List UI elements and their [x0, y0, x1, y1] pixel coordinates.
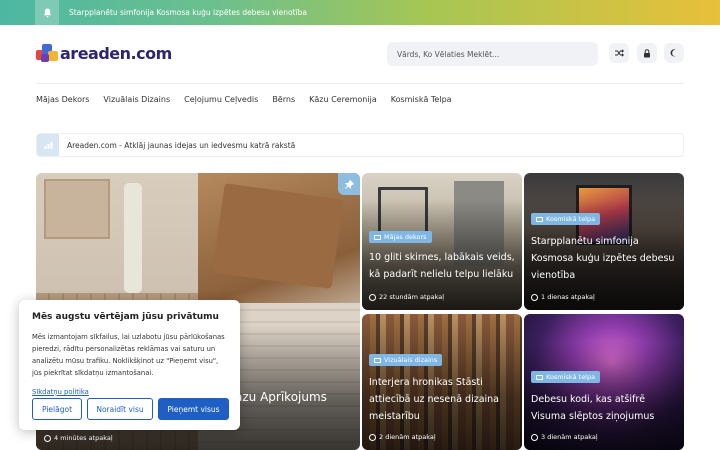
clock-icon	[44, 434, 51, 442]
wooden-sign-image	[44, 179, 110, 239]
nav-item-home-decor[interactable]: Mājas Dekors	[36, 95, 89, 107]
category-badge[interactable]: Kosmiskā telpa	[531, 371, 601, 383]
featured-card-meta: 4 minūtes atpakaļ	[44, 434, 113, 442]
reject-all-button[interactable]: Noraidīt visu	[87, 398, 153, 420]
site-header: areaden.com	[0, 25, 720, 83]
nav-item-cosmic[interactable]: Kosmiskā Telpa	[391, 95, 452, 107]
logo-mark-icon	[36, 42, 58, 64]
featured-card-title[interactable]: āzu Aprīkojums	[235, 389, 327, 406]
wooden-box-image	[212, 183, 344, 289]
logo-text: areaden.com	[60, 43, 172, 63]
chart-icon	[37, 134, 59, 156]
article-title[interactable]: Debesu kodi, kas atšifrē Visuma slēptos …	[531, 391, 681, 425]
article-title[interactable]: Starpplanētu simfonija Kosmosa kuģu izpē…	[531, 233, 681, 284]
nav-item-travel-guide[interactable]: Ceļojumu Ceļvedis	[184, 95, 258, 107]
article-card-3[interactable]: Vizuālais dizains Interjera hronikas Stā…	[362, 314, 522, 450]
pin-icon	[338, 173, 360, 195]
ticker-text[interactable]: Starpplanētu simfonija Kosmosa kuģu izpē…	[69, 8, 307, 17]
folder-icon	[536, 216, 543, 222]
clock-icon	[369, 433, 376, 441]
article-card-2[interactable]: Kosmiskā telpa Starpplanētu simfonija Ko…	[524, 173, 684, 310]
nav-item-visual-design[interactable]: Vizuālais Dizains	[103, 95, 170, 107]
dark-mode-button[interactable]	[664, 43, 684, 63]
folder-icon	[374, 357, 381, 363]
featured-card-time: 4 minūtes atpakaļ	[54, 434, 113, 442]
folder-icon	[536, 374, 543, 380]
lock-icon	[644, 48, 650, 57]
cookie-policy-link[interactable]: Sīkdatņu politika	[32, 388, 89, 396]
article-title[interactable]: Interjera hronikas Stāsti attiecībā uz n…	[369, 374, 519, 425]
bottle-image	[124, 183, 142, 293]
category-badge[interactable]: Kosmiskā telpa	[531, 213, 601, 225]
article-meta: 1 dienas atpakaļ	[531, 293, 595, 301]
category-badge[interactable]: Mājas dekors	[369, 231, 432, 243]
clock-icon	[531, 293, 538, 301]
article-card-4[interactable]: Kosmiskā telpa Debesu kodi, kas atšifrē …	[524, 314, 684, 450]
shuffle-button[interactable]	[609, 43, 629, 63]
clock-icon	[531, 433, 538, 441]
main-nav: Mājas Dekors Vizuālais Dizains Ceļojumu …	[36, 95, 466, 107]
moon-icon	[670, 49, 676, 57]
nav-item-child[interactable]: Bērns	[272, 95, 295, 107]
header-divider	[36, 83, 684, 84]
accept-all-button[interactable]: Pieņemt visus	[158, 398, 229, 420]
site-logo[interactable]: areaden.com	[36, 42, 172, 64]
article-card-1[interactable]: Mājas dekors 10 gliti skirnes, labākais …	[362, 173, 522, 310]
lock-button[interactable]	[637, 43, 657, 63]
article-meta: 2 dienām atpakaļ	[369, 433, 436, 441]
shuffle-icon	[614, 49, 624, 57]
folder-icon	[374, 234, 381, 240]
announcement-bar: Starpplanētu simfonija Kosmosa kuģu izpē…	[0, 0, 720, 25]
category-badge[interactable]: Vizuālais dizains	[369, 354, 443, 366]
article-meta: 3 dienām atpakaļ	[531, 433, 598, 441]
site-tagline-bar: Areaden.com - Atklāj jaunas idejas un ie…	[36, 133, 684, 157]
clock-icon	[369, 293, 376, 301]
bell-icon[interactable]	[35, 0, 59, 25]
customize-button[interactable]: Pielāgot	[32, 398, 82, 420]
nav-item-wedding[interactable]: Kāzu Ceremonija	[309, 95, 377, 107]
article-title[interactable]: 10 gliti skirnes, labākais veids, kā pad…	[369, 249, 519, 283]
cookie-consent-dialog: Mēs augstu vērtējam jūsu privātumu Mēs i…	[19, 300, 240, 430]
cookie-body: Mēs izmantojam sīkfailus, lai uzlabotu j…	[32, 333, 225, 377]
search-box[interactable]	[387, 42, 598, 66]
cookie-buttons: Pielāgot Noraidīt visu Pieņemt visus	[32, 398, 229, 420]
tagline-text: Areaden.com - Atklāj jaunas idejas un ie…	[67, 140, 296, 150]
cookie-title: Mēs augstu vērtējam jūsu privātumu	[32, 312, 219, 322]
search-input[interactable]	[397, 49, 587, 59]
article-meta: 22 stundām atpakaļ	[369, 293, 444, 301]
